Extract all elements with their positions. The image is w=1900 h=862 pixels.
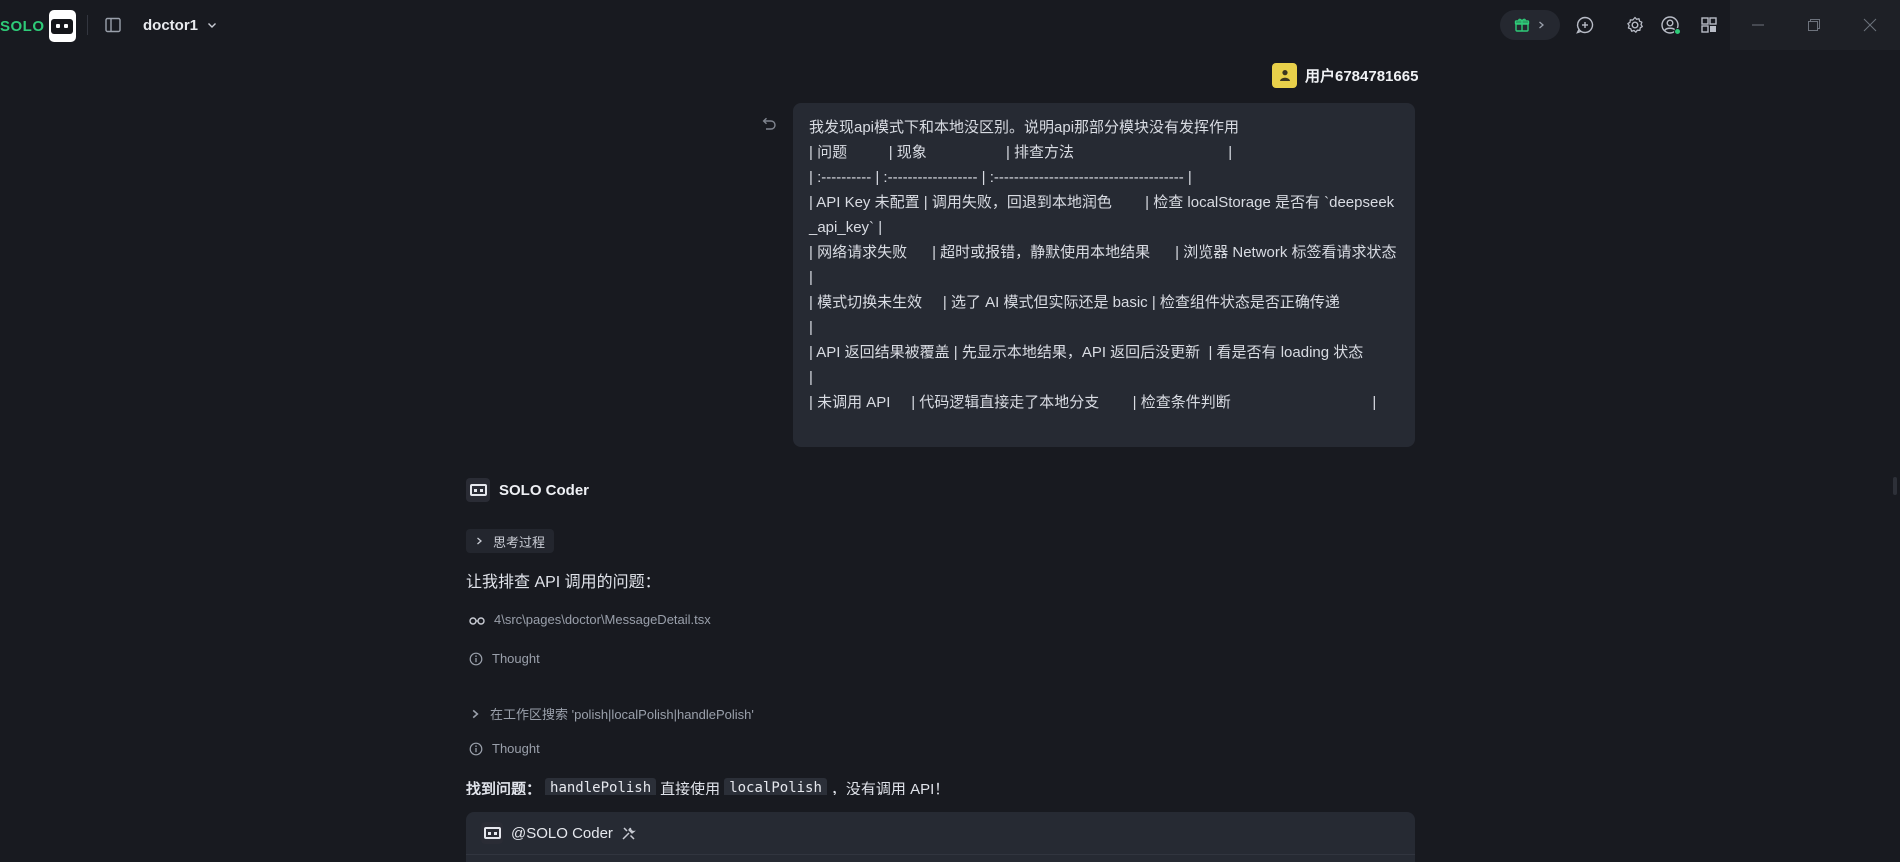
step-text: Thought xyxy=(492,741,540,756)
top-bar: SOLO doctor1 xyxy=(0,0,1900,50)
user-message-bubble: 我发现api模式下和本地没区别。说明api那部分模块没有发挥作用 | 问题 | … xyxy=(793,103,1415,447)
gear-icon[interactable] xyxy=(1625,15,1645,35)
logo-text: SOLO xyxy=(0,17,45,35)
divider xyxy=(87,15,88,35)
chevron-right-icon xyxy=(1539,21,1544,29)
agent-mention: @SOLO Coder xyxy=(511,824,613,842)
sidebar-toggle-icon[interactable] xyxy=(104,16,122,34)
code-snippet: handlePolish xyxy=(545,778,657,795)
message-line: | API Key 未配置 | 调用失败，回退到本地润色 | 检查 localS… xyxy=(809,194,1395,236)
close-button[interactable] xyxy=(1842,0,1898,50)
message-line: | 问题 | 现象 | 排查方法 | xyxy=(809,144,1233,161)
project-selector[interactable]: doctor1 xyxy=(143,14,218,36)
app-window: SOLO doctor1 用户6784781665 我发现api模式下和本地没区… xyxy=(0,0,1900,862)
step-text: 在工作区搜索 'polish|localPolish|handlePolish' xyxy=(490,707,754,722)
step-text: 4\src\pages\doctor\MessageDetail.tsx xyxy=(494,612,711,627)
window-controls xyxy=(1730,0,1900,50)
chat-composer[interactable]: @SOLO Coder xyxy=(466,812,1415,862)
online-status-dot xyxy=(1674,28,1681,35)
chevron-down-icon xyxy=(208,23,217,28)
info-icon xyxy=(469,652,483,665)
user-message-header: 用户6784781665 xyxy=(1272,62,1418,88)
chevron-right-icon xyxy=(472,709,479,718)
assistant-header: SOLO Coder xyxy=(466,477,589,503)
step-thought: Thought xyxy=(469,741,540,756)
avatar xyxy=(1272,62,1297,88)
user-name: 用户6784781665 xyxy=(1305,67,1419,85)
message-line: | 网络请求失败 | 超时或报错，静默使用本地结果 | 浏览器 Network … xyxy=(809,244,1476,286)
minimize-button[interactable] xyxy=(1730,0,1786,50)
gift-icon xyxy=(1514,18,1530,32)
minimize-icon xyxy=(1752,24,1764,26)
undo-icon[interactable] xyxy=(760,115,778,133)
finding-suffix: ，没有调用 API！ xyxy=(830,781,950,795)
robot-icon xyxy=(466,478,490,502)
glasses-icon xyxy=(469,616,485,625)
restore-button[interactable] xyxy=(1786,0,1842,50)
project-name: doctor1 xyxy=(143,16,199,34)
robot-logo-icon xyxy=(48,10,76,42)
app-logo: SOLO xyxy=(0,10,76,42)
restore-icon xyxy=(1808,19,1820,31)
chevron-right-icon xyxy=(477,537,482,545)
info-icon xyxy=(469,742,483,755)
message-line: | 未调用 API | 代码逻辑直接走了本地分支 | 检查条件判断 | xyxy=(809,394,1377,411)
composer-agent-mention[interactable]: @SOLO Coder xyxy=(481,822,636,844)
chat-plus-icon[interactable] xyxy=(1575,15,1595,35)
apps-grid-icon[interactable] xyxy=(1699,15,1719,35)
close-icon xyxy=(1863,18,1877,32)
code-snippet: localPolish xyxy=(724,778,827,795)
message-line: 我发现api模式下和本地没区别。说明api那部分模块没有发挥作用 xyxy=(809,119,1240,136)
thinking-process-toggle[interactable]: 思考过程 xyxy=(466,529,555,553)
message-input[interactable] xyxy=(466,854,1415,862)
gift-button[interactable] xyxy=(1500,10,1560,40)
robot-icon xyxy=(481,822,503,844)
finding-text: 找到问题： handlePolish 直接使用 localPolish ，没有调… xyxy=(466,778,1026,795)
assistant-intro: 让我排查 API 调用的问题： xyxy=(466,574,661,591)
step-thought: Thought xyxy=(469,651,540,666)
assistant-name: SOLO Coder xyxy=(499,481,590,499)
message-line: | 模式切换未生效 | 选了 AI 模式但实际还是 basic | 检查组件状态… xyxy=(809,294,1457,336)
user-icon xyxy=(1279,70,1290,81)
scrollbar-thumb[interactable] xyxy=(1893,477,1897,495)
step-search[interactable]: 在工作区搜索 'polish|localPolish|handlePolish' xyxy=(469,704,754,723)
message-line: | :---------- | :------------------ | :-… xyxy=(809,169,1192,186)
finding-prefix: 找到问题： xyxy=(466,781,542,795)
message-line: | API 返回结果被覆盖 | 先显示本地结果，API 返回后没更新 | 看是否… xyxy=(809,344,1464,386)
thinking-label: 思考过程 xyxy=(493,534,546,550)
step-text: Thought xyxy=(492,651,540,666)
finding-mid: 直接使用 xyxy=(660,781,721,795)
account-icon[interactable] xyxy=(1660,15,1681,35)
tools-icon xyxy=(622,826,636,840)
step-read-file[interactable]: 4\src\pages\doctor\MessageDetail.tsx xyxy=(469,612,711,627)
